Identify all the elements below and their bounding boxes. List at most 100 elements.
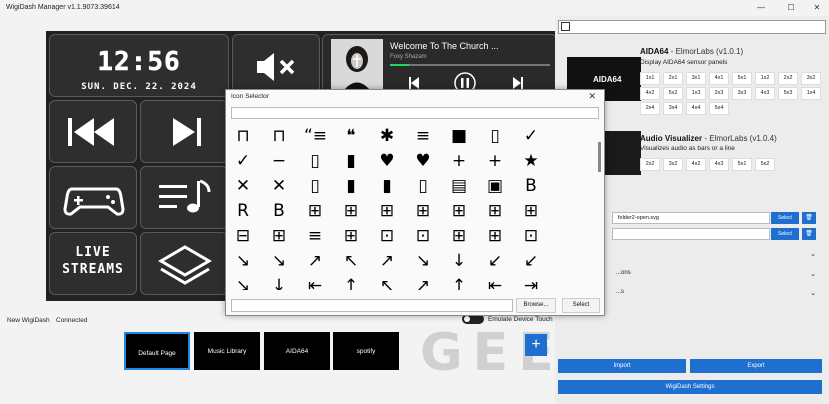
live-streams-tile[interactable]: LIVE STREAMS [49, 232, 137, 295]
gamepad-tile[interactable] [49, 166, 137, 229]
icon-select-button-2[interactable]: Select [771, 228, 799, 240]
icon-option[interactable]: ■ [448, 125, 470, 147]
skip-tile[interactable] [140, 100, 228, 163]
add-page-button[interactable]: + [525, 334, 547, 356]
icon-option[interactable]: ✕ [232, 175, 254, 197]
icon-option[interactable]: ★ [520, 150, 542, 172]
close-window-button[interactable]: ✕ [804, 0, 829, 16]
icon-option[interactable]: ✓ [520, 125, 542, 147]
icon-option[interactable]: ↙ [520, 250, 542, 272]
browse-button[interactable]: Browse... [516, 298, 556, 313]
icon-option[interactable]: ⊞ [376, 200, 398, 222]
size-button-2x3[interactable]: 2x3 [709, 87, 729, 100]
select-button[interactable]: Select [562, 298, 600, 313]
icon-option[interactable]: ⊞ [484, 225, 506, 247]
layers-tile[interactable] [140, 232, 228, 295]
mute-tile[interactable] [232, 34, 320, 97]
icon-option[interactable]: ⇤ [484, 275, 506, 290]
icon-option[interactable]: R [232, 200, 254, 222]
trash-icon-2[interactable]: 🗑 [802, 228, 816, 240]
icon-option[interactable]: ↘ [232, 250, 254, 272]
size-button-5x3[interactable]: 5x3 [778, 87, 798, 100]
trash-icon[interactable]: 🗑 [802, 212, 816, 224]
icon-option[interactable]: ▯ [304, 175, 326, 197]
export-button[interactable]: Export [690, 359, 822, 373]
size-button-2x4[interactable]: 2x4 [640, 102, 660, 115]
section-collapsed-2[interactable]: ...ons ⌄ [606, 270, 816, 278]
icon-option[interactable]: ✱ [376, 125, 398, 147]
playlist-tile[interactable] [140, 166, 228, 229]
icon-option[interactable]: ⊟ [232, 225, 254, 247]
icon-option[interactable]: ❝ [340, 125, 362, 147]
import-button[interactable]: Import [558, 359, 686, 373]
size-button-3x2[interactable]: 3x2 [663, 158, 683, 171]
size-button-3x2[interactable]: 3x2 [801, 72, 821, 85]
icon-option[interactable]: ↘ [412, 250, 434, 272]
icon-option[interactable]: ↓ [268, 275, 290, 290]
icon-option[interactable]: ≡ [412, 125, 434, 147]
icon-option[interactable]: ▤ [448, 175, 470, 197]
icon-option[interactable]: ✓ [232, 150, 254, 172]
icon-path-field[interactable]: folder2-open.svg [612, 212, 770, 224]
size-button-2x2[interactable]: 2x2 [640, 158, 660, 171]
size-button-4x4[interactable]: 4x4 [686, 102, 706, 115]
icon-option[interactable]: ↗ [304, 250, 326, 272]
icon-option[interactable]: ⊞ [448, 200, 470, 222]
icon-option[interactable]: ▯ [304, 150, 326, 172]
clock-widget[interactable]: 12:56 SUN. DEC. 22. 2024 [49, 34, 229, 97]
icon-option[interactable]: ✕ [268, 175, 290, 197]
icon-option[interactable]: + [484, 150, 506, 172]
icon-option[interactable]: ⊡ [376, 225, 398, 247]
size-button-1x2[interactable]: 1x2 [755, 72, 775, 85]
icon-option[interactable]: B [268, 200, 290, 222]
icon-search-input[interactable] [231, 107, 599, 119]
size-button-3x3[interactable]: 3x3 [732, 87, 752, 100]
size-button-2x2[interactable]: 2x2 [778, 72, 798, 85]
size-button-3x1[interactable]: 3x1 [686, 72, 706, 85]
size-button-2x1[interactable]: 2x1 [663, 72, 683, 85]
icon-option[interactable]: ↖ [376, 275, 398, 290]
icon-option[interactable]: B [520, 175, 542, 197]
icon-option[interactable]: ⊞ [268, 225, 290, 247]
size-button-1x1[interactable]: 1x1 [640, 72, 660, 85]
icon-option[interactable]: ⇥ [520, 275, 542, 290]
maximize-button[interactable]: ☐ [778, 0, 804, 16]
icon-select-button[interactable]: Select [771, 212, 799, 224]
size-button-4x2[interactable]: 4x2 [686, 158, 706, 171]
icon-option[interactable]: ↑ [340, 275, 362, 290]
size-button-4x2[interactable]: 4x2 [640, 87, 660, 100]
size-button-5x2[interactable]: 5x2 [663, 87, 683, 100]
icon-option[interactable]: ↓ [448, 250, 470, 272]
widget-search-input[interactable] [558, 20, 826, 34]
icon-option[interactable]: ▯ [484, 125, 506, 147]
icon-option[interactable]: − [268, 150, 290, 172]
size-button-5x1[interactable]: 5x1 [732, 72, 752, 85]
size-button-3x4[interactable]: 3x4 [663, 102, 683, 115]
icon-option[interactable]: ↙ [484, 250, 506, 272]
size-button-4x1[interactable]: 4x1 [709, 72, 729, 85]
page-spotify[interactable]: spotify [333, 332, 399, 370]
icon-option[interactable]: ↘ [232, 275, 254, 290]
icon-option[interactable]: ♥ [376, 150, 398, 172]
icon-option[interactable]: ▣ [484, 175, 506, 197]
icon-option[interactable]: ⊓ [232, 125, 254, 147]
section-collapsed-3[interactable]: ...s ⌄ [606, 289, 816, 297]
icon-path-field-2[interactable] [612, 228, 770, 240]
icon-option[interactable]: ⊞ [412, 200, 434, 222]
icon-option[interactable]: ↗ [376, 250, 398, 272]
icon-option[interactable]: ⊞ [520, 200, 542, 222]
icon-option[interactable]: ⊓ [268, 125, 290, 147]
icon-option[interactable]: ↑ [448, 275, 470, 290]
settings-button[interactable]: WigiDash Settings [558, 380, 822, 394]
icon-option[interactable]: ▯ [412, 175, 434, 197]
icon-option[interactable]: ♥ [412, 150, 434, 172]
icon-option[interactable]: ⇤ [304, 275, 326, 290]
icon-option[interactable]: “≡ [304, 125, 327, 147]
icon-option[interactable]: ↘ [268, 250, 290, 272]
size-button-1x4[interactable]: 1x4 [801, 87, 821, 100]
dialog-scrollbar[interactable] [598, 142, 601, 172]
icon-option[interactable]: ⊞ [340, 225, 362, 247]
close-icon[interactable]: ✕ [588, 91, 596, 102]
size-button-1x3[interactable]: 1x3 [686, 87, 706, 100]
icon-option[interactable]: ↗ [412, 275, 434, 290]
